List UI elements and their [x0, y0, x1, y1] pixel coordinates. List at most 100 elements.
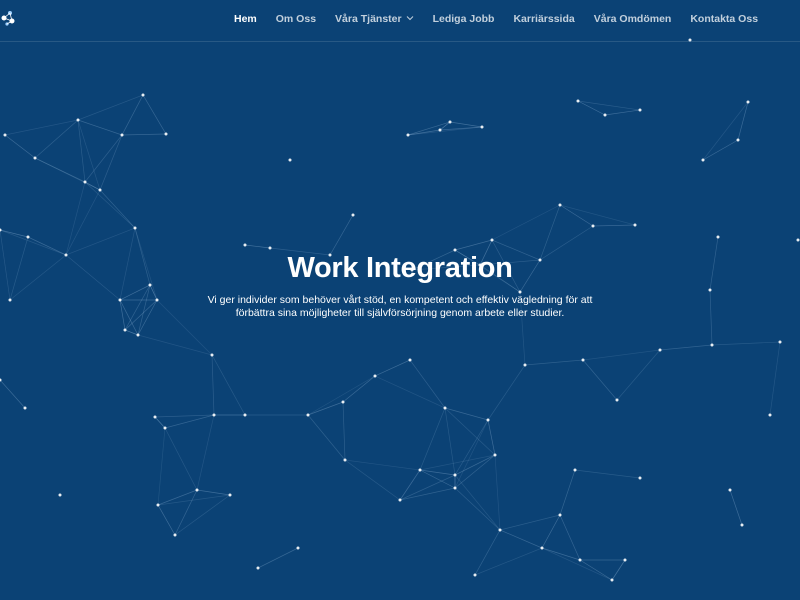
network-line — [137, 334, 213, 356]
main-nav: Hem Om Oss Våra Tjänster Lediga Jobb Kar… — [234, 0, 777, 42]
network-node — [438, 128, 442, 132]
network-line — [342, 401, 346, 461]
nav-item-kontakta-oss[interactable]: Kontakta Oss — [690, 13, 758, 29]
network-logo-icon[interactable] — [0, 6, 20, 30]
network-line — [409, 359, 446, 409]
network-node — [638, 476, 642, 480]
network-node — [558, 513, 562, 517]
network-node — [212, 413, 216, 417]
network-line — [454, 454, 496, 489]
nav-item-om-oss[interactable]: Om Oss — [276, 13, 316, 29]
network-line — [121, 133, 167, 136]
network-node — [701, 158, 705, 162]
network-line — [487, 364, 526, 421]
network-node — [406, 133, 410, 137]
network-node — [473, 573, 477, 577]
nav-item-vara-tjanster[interactable]: Våra Tjänster — [335, 13, 414, 29]
network-line — [582, 349, 661, 361]
network-node — [26, 235, 30, 239]
network-line — [474, 529, 501, 576]
network-line — [211, 354, 215, 416]
network-node — [83, 180, 87, 184]
network-node — [728, 488, 732, 492]
network-line — [154, 414, 215, 418]
nav-label: Våra Tjänster — [335, 13, 402, 25]
network-node — [268, 246, 272, 250]
network-node — [623, 558, 627, 562]
network-line — [174, 489, 198, 536]
network-node — [136, 333, 140, 337]
network-line — [77, 94, 144, 121]
network-line — [99, 189, 136, 229]
network-node — [228, 493, 232, 497]
network-node — [398, 498, 402, 502]
nav-item-karriarssida[interactable]: Karriärssida — [513, 13, 574, 29]
network-line — [769, 341, 781, 416]
nav-item-hem[interactable]: Hem — [234, 13, 257, 29]
nav-item-vara-omdomen[interactable]: Våra Omdömen — [594, 13, 672, 29]
network-node — [351, 213, 355, 217]
network-line — [164, 414, 215, 429]
network-line — [616, 349, 661, 401]
network-line — [211, 354, 246, 416]
network-node — [58, 493, 62, 497]
network-node — [796, 238, 800, 242]
network-node — [210, 353, 214, 357]
network-line — [142, 94, 167, 135]
network-line — [157, 427, 166, 506]
network-line — [541, 547, 581, 561]
network-node — [480, 125, 484, 129]
network-node — [610, 578, 614, 582]
network-line — [659, 344, 713, 351]
network-line — [611, 559, 626, 581]
network-line — [4, 134, 36, 159]
nav-label: Våra Omdömen — [593, 13, 672, 25]
network-line — [491, 204, 561, 241]
network-line — [574, 469, 641, 479]
network-node — [243, 413, 247, 417]
network-line — [711, 341, 781, 346]
network-line — [737, 101, 749, 141]
network-line — [702, 139, 739, 161]
network-line — [454, 487, 501, 531]
network-line — [157, 504, 176, 536]
network-node — [164, 132, 168, 136]
network-node — [123, 328, 127, 332]
network-line — [454, 419, 489, 489]
network-line — [559, 514, 581, 561]
network-line — [0, 229, 29, 238]
network-line — [702, 101, 749, 161]
network-node — [76, 118, 80, 122]
network-node — [581, 358, 585, 362]
network-line — [65, 227, 136, 256]
network-node — [408, 358, 412, 362]
network-node — [288, 158, 292, 162]
network-node — [540, 546, 544, 550]
network-node — [768, 413, 772, 417]
network-line — [307, 375, 376, 416]
nav-item-lediga-jobb[interactable]: Lediga Jobb — [433, 13, 495, 29]
network-line — [244, 244, 271, 249]
network-node — [341, 400, 345, 404]
network-line — [729, 489, 743, 526]
network-line — [449, 121, 483, 128]
network-line — [582, 359, 618, 401]
network-node — [633, 223, 637, 227]
network-line — [77, 119, 123, 136]
network-node — [523, 363, 527, 367]
chevron-down-icon — [406, 16, 413, 21]
network-node — [638, 108, 642, 112]
network-line — [174, 494, 231, 536]
network-line — [196, 414, 215, 491]
network-line — [559, 204, 636, 226]
network-line — [329, 214, 354, 256]
network-node — [740, 523, 744, 527]
network-line — [559, 204, 594, 227]
network-line — [559, 469, 576, 516]
network-node — [156, 503, 160, 507]
network-line — [474, 547, 543, 576]
network-node — [256, 566, 260, 570]
network-line — [541, 514, 561, 549]
network-node — [591, 224, 595, 228]
network-node — [373, 374, 377, 378]
